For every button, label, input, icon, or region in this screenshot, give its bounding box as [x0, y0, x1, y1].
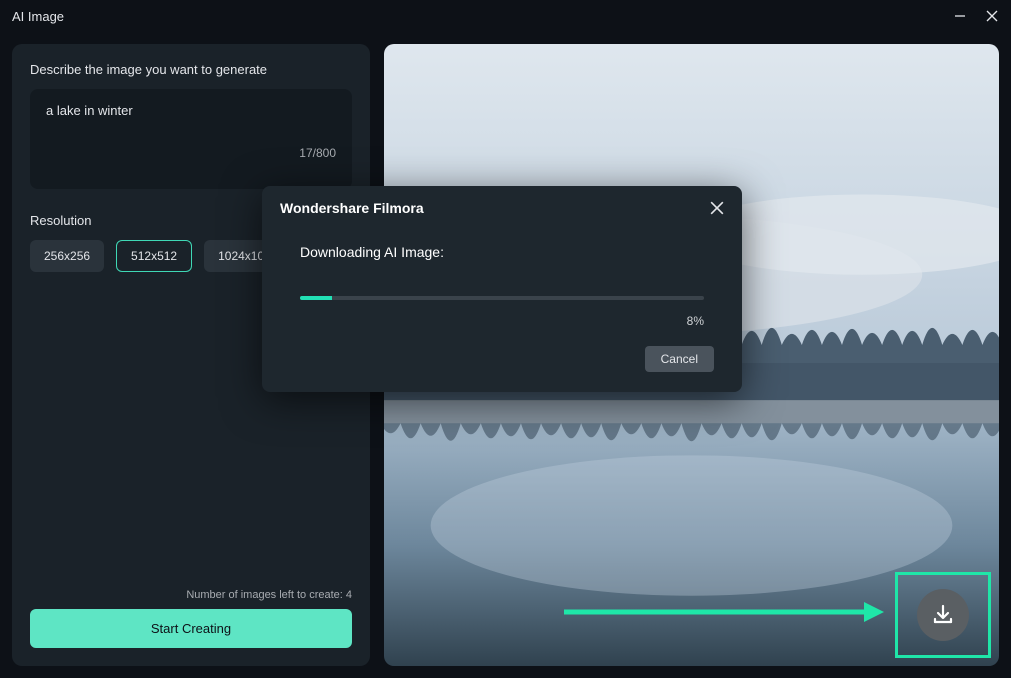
download-message: Downloading AI Image:	[300, 244, 704, 260]
resolution-option-256[interactable]: 256x256	[30, 240, 104, 272]
close-icon	[710, 201, 724, 215]
app-title: AI Image	[12, 9, 64, 24]
images-left-label: Number of images left to create: 4	[30, 589, 352, 601]
prompt-text: a lake in winter	[46, 103, 336, 118]
progress-bar	[300, 296, 704, 300]
dialog-close-button[interactable]	[710, 201, 724, 215]
prompt-input[interactable]: a lake in winter 17/800	[30, 89, 352, 189]
describe-label: Describe the image you want to generate	[30, 62, 352, 77]
download-dialog: Wondershare Filmora Downloading AI Image…	[262, 186, 742, 392]
titlebar: AI Image	[0, 0, 1011, 32]
start-creating-button[interactable]: Start Creating	[30, 609, 352, 648]
download-icon	[931, 603, 955, 627]
cancel-button[interactable]: Cancel	[645, 346, 714, 372]
close-button[interactable]	[985, 9, 999, 23]
resolution-option-512[interactable]: 512x512	[116, 240, 192, 272]
progress-fill	[300, 296, 332, 300]
progress-percent: 8%	[300, 314, 704, 328]
download-highlight	[895, 572, 991, 658]
minimize-button[interactable]	[953, 9, 967, 23]
dialog-title: Wondershare Filmora	[280, 200, 424, 216]
char-count: 17/800	[299, 146, 336, 160]
download-button[interactable]	[917, 589, 969, 641]
